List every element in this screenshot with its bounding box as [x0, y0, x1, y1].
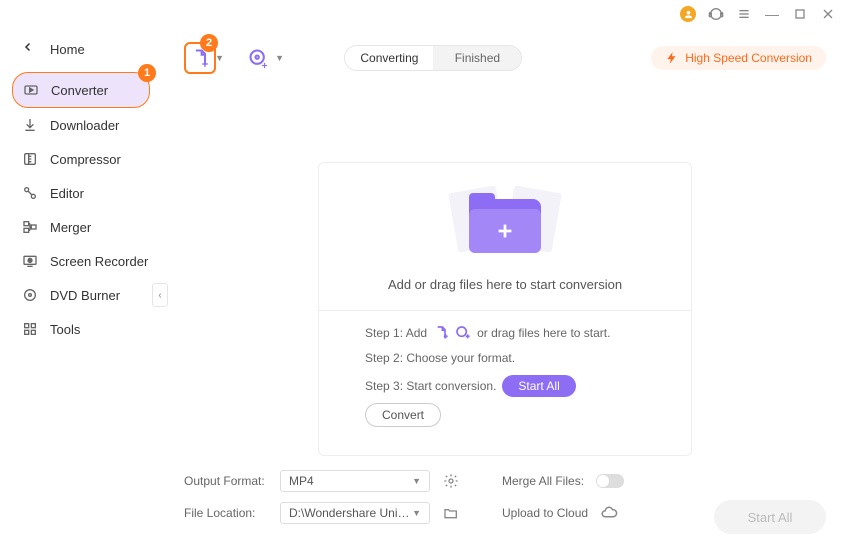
support-icon[interactable]: [708, 6, 724, 22]
top-row: ▼ 2 ▼ Converting Finished High Speed Con…: [178, 36, 832, 82]
sidebar-item-label: Merger: [50, 220, 91, 235]
tools-icon: [22, 321, 38, 337]
sidebar-item-merger[interactable]: Merger: [0, 210, 160, 244]
folder-illustration: [445, 185, 565, 263]
home-row[interactable]: Home: [0, 34, 160, 72]
drop-title: Add or drag files here to start conversi…: [331, 277, 679, 292]
sidebar-item-label: Editor: [50, 186, 84, 201]
sidebar-item-compressor[interactable]: Compressor: [0, 142, 160, 176]
output-format-label: Output Format:: [184, 474, 268, 488]
step-badge-2: 2: [200, 34, 218, 52]
downloader-icon: [22, 117, 38, 133]
sidebar-item-label: Compressor: [50, 152, 121, 167]
sidebar-item-label: DVD Burner: [50, 288, 120, 303]
collapse-sidebar-button[interactable]: ‹: [152, 283, 168, 307]
editor-icon: [22, 185, 38, 201]
sidebar-item-screen-recorder[interactable]: Screen Recorder: [0, 244, 160, 278]
file-location-label: File Location:: [184, 506, 268, 520]
merge-label: Merge All Files:: [502, 474, 584, 488]
panel: ▼ 2 ▼ Converting Finished High Speed Con…: [178, 36, 832, 552]
high-speed-conversion-button[interactable]: High Speed Conversion: [651, 46, 826, 70]
home-label: Home: [50, 42, 85, 57]
sidebar-item-downloader[interactable]: Downloader: [0, 108, 160, 142]
add-dvd-button[interactable]: ▼: [242, 42, 274, 74]
menu-icon[interactable]: [736, 6, 752, 22]
add-file-button[interactable]: ▼ 2: [184, 42, 216, 74]
step-2: Step 2: Choose your format.: [365, 351, 645, 365]
convert-pill[interactable]: Convert: [365, 403, 441, 427]
step-3: Step 3: Start conversion. Start All Conv…: [365, 375, 645, 427]
back-icon[interactable]: [22, 40, 36, 58]
sidebar-item-label: Downloader: [50, 118, 119, 133]
lightning-icon: [665, 51, 679, 65]
cloud-icon[interactable]: [600, 504, 618, 522]
step-badge-1: 1: [138, 64, 156, 82]
sidebar-item-label: Screen Recorder: [50, 254, 148, 269]
sidebar-item-converter[interactable]: Converter 1: [12, 72, 150, 108]
sidebar-item-label: Converter: [51, 83, 108, 98]
tab-finished[interactable]: Finished: [433, 46, 521, 70]
sidebar-item-label: Tools: [50, 322, 80, 337]
titlebar: —: [0, 0, 850, 28]
chevron-down-icon: ▼: [215, 53, 224, 63]
sidebar: Home Converter 1 Downloader Compressor: [0, 28, 160, 527]
high-speed-label: High Speed Conversion: [685, 51, 812, 65]
output-format-select[interactable]: MP4▼: [280, 470, 430, 492]
avatar[interactable]: [680, 6, 696, 22]
converter-icon: [23, 82, 39, 98]
screen-recorder-icon: [22, 253, 38, 269]
start-all-pill[interactable]: Start All: [502, 375, 575, 397]
tabs: Converting Finished: [344, 45, 522, 71]
chevron-down-icon: ▼: [275, 53, 284, 63]
minimize-button[interactable]: —: [764, 6, 780, 22]
step-1: Step 1: Add or drag files here to start.: [365, 325, 645, 341]
dvd-burner-icon: [22, 287, 38, 303]
close-button[interactable]: [820, 6, 836, 22]
folder-open-icon[interactable]: [442, 504, 460, 522]
content: ▼ 2 ▼ Converting Finished High Speed Con…: [160, 28, 850, 527]
start-all-button[interactable]: Start All: [714, 500, 826, 534]
upload-cloud-label: Upload to Cloud: [502, 506, 588, 520]
sidebar-item-tools[interactable]: Tools: [0, 312, 160, 346]
plus-icon: [494, 220, 516, 242]
tab-converting[interactable]: Converting: [345, 46, 433, 70]
maximize-button[interactable]: [792, 6, 808, 22]
settings-gear-icon[interactable]: [442, 472, 460, 490]
footer: Output Format: MP4▼ Merge All Files: Fil…: [178, 456, 832, 552]
sidebar-item-dvd-burner[interactable]: DVD Burner: [0, 278, 160, 312]
add-file-icon: [433, 325, 449, 341]
merger-icon: [22, 219, 38, 235]
merge-toggle[interactable]: [596, 474, 624, 488]
add-dvd-icon: [455, 325, 471, 341]
file-location-select[interactable]: D:\Wondershare UniConverter 1▼: [280, 502, 430, 524]
drop-area[interactable]: Add or drag files here to start conversi…: [318, 162, 692, 456]
compressor-icon: [22, 151, 38, 167]
sidebar-item-editor[interactable]: Editor: [0, 176, 160, 210]
